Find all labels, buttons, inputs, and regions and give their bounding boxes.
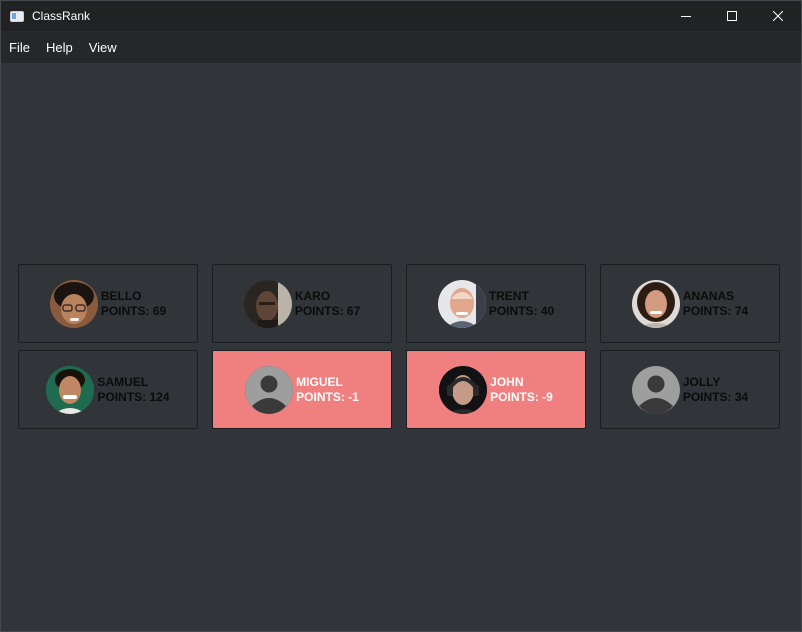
- student-photo: [243, 279, 292, 328]
- window-controls: [663, 1, 801, 31]
- student-card-bello[interactable]: BELLO POINTS: 69: [18, 264, 198, 343]
- student-points: POINTS: 40: [488, 303, 555, 318]
- student-card-karo[interactable]: KARO POINTS: 67: [212, 264, 392, 343]
- default-avatar-icon: [631, 365, 680, 414]
- student-card-trent[interactable]: TRENT POINTS: 40: [406, 264, 586, 343]
- avatar: [631, 279, 680, 328]
- student-grid: BELLO POINTS: 69 KARO POINTS: 67 TRENT P…: [18, 264, 780, 429]
- student-photo: [631, 279, 680, 328]
- maximize-button[interactable]: [709, 1, 755, 31]
- student-name: JOHN: [490, 374, 524, 389]
- student-card-samuel[interactable]: SAMUEL POINTS: 124: [18, 350, 198, 429]
- student-info: MIGUEL POINTS: -1: [296, 375, 359, 405]
- student-name: MIGUEL: [296, 374, 343, 389]
- student-points: POINTS: -9: [490, 389, 553, 404]
- student-name: JOLLY: [682, 374, 721, 389]
- close-icon: [773, 11, 783, 21]
- student-points: POINTS: 74: [682, 303, 749, 318]
- student-info: ANANAS POINTS: 74: [683, 289, 748, 319]
- menu-file[interactable]: File: [1, 31, 38, 63]
- maximize-icon: [727, 11, 737, 21]
- student-info: BELLO POINTS: 69: [101, 289, 166, 319]
- student-info: JOHN POINTS: -9: [490, 375, 553, 405]
- avatar: [243, 279, 292, 328]
- student-photo: [46, 365, 95, 414]
- student-points: POINTS: 34: [682, 389, 749, 404]
- student-name: TRENT: [488, 288, 529, 303]
- student-photo: [439, 365, 488, 414]
- app-icon: [10, 10, 24, 22]
- window-title: ClassRank: [32, 9, 91, 23]
- menu-bar: File Help View: [1, 31, 801, 63]
- minimize-icon: [681, 16, 691, 17]
- student-name: ANANAS: [682, 288, 735, 303]
- student-name: SAMUEL: [97, 374, 149, 389]
- student-card-jolly[interactable]: JOLLY POINTS: 34: [600, 350, 780, 429]
- default-avatar-icon: [245, 365, 294, 414]
- student-info: TRENT POINTS: 40: [489, 289, 554, 319]
- student-photo: [437, 279, 486, 328]
- student-info: SAMUEL POINTS: 124: [97, 375, 169, 405]
- avatar: [439, 365, 488, 414]
- avatar: [49, 279, 98, 328]
- student-name: BELLO: [100, 288, 142, 303]
- student-points: POINTS: 124: [97, 389, 170, 404]
- menu-view[interactable]: View: [81, 31, 125, 63]
- student-points: POINTS: -1: [296, 389, 359, 404]
- student-info: JOLLY POINTS: 34: [683, 375, 748, 405]
- student-points: POINTS: 69: [100, 303, 167, 318]
- student-points: POINTS: 67: [294, 303, 361, 318]
- avatar: [245, 365, 294, 414]
- minimize-button[interactable]: [663, 1, 709, 31]
- student-photo: [49, 279, 98, 328]
- student-name: KARO: [294, 288, 331, 303]
- avatar: [46, 365, 95, 414]
- student-info: KARO POINTS: 67: [295, 289, 360, 319]
- main-content: BELLO POINTS: 69 KARO POINTS: 67 TRENT P…: [1, 63, 801, 630]
- menu-help[interactable]: Help: [38, 31, 81, 63]
- student-card-john[interactable]: JOHN POINTS: -9: [406, 350, 586, 429]
- title-bar: ClassRank: [1, 1, 801, 31]
- student-card-ananas[interactable]: ANANAS POINTS: 74: [600, 264, 780, 343]
- student-card-miguel[interactable]: MIGUEL POINTS: -1: [212, 350, 392, 429]
- close-button[interactable]: [755, 1, 801, 31]
- app-window: ClassRank File Help View BELLO POINTS: 6…: [0, 0, 802, 632]
- avatar: [437, 279, 486, 328]
- avatar: [631, 365, 680, 414]
